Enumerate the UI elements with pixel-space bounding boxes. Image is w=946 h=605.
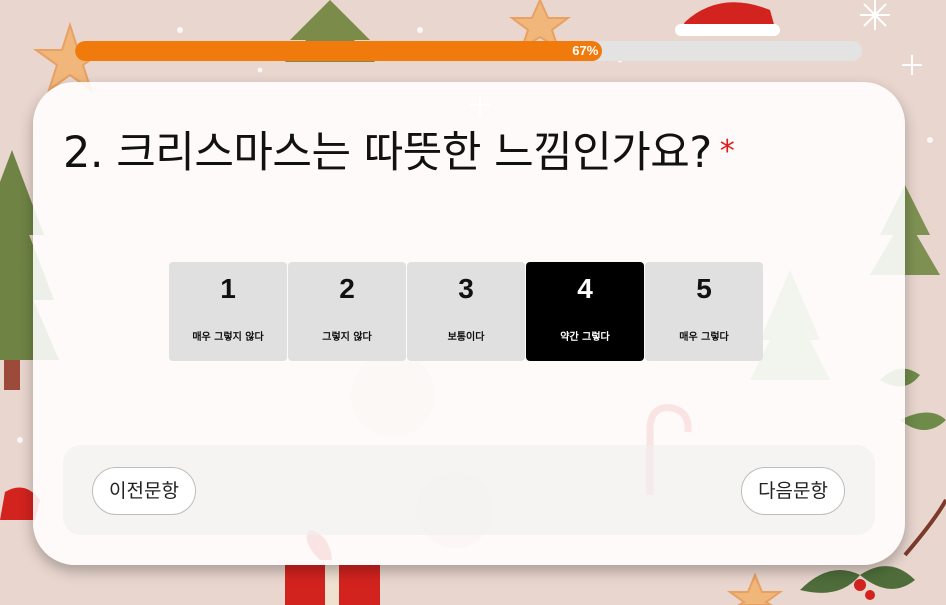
option-label: 약간 그렇다 [560,332,610,343]
option-label: 그렇지 않다 [322,332,372,343]
option-number: 1 [220,273,236,304]
next-question-button[interactable]: 다음문항 [741,467,845,515]
scale-option-4[interactable]: 4 약간 그렇다 [526,262,644,361]
progress-label: 67% [572,43,599,58]
option-label: 매우 그렇지 않다 [192,332,264,343]
previous-question-button[interactable]: 이전문항 [92,467,196,515]
option-label: 매우 그렇다 [679,332,729,343]
scale-option-1[interactable]: 1 매우 그렇지 않다 [169,262,287,361]
scale-option-2[interactable]: 2 그렇지 않다 [288,262,406,361]
progress-fill: 67% [75,41,603,61]
option-number: 3 [458,273,474,304]
scale-option-5[interactable]: 5 매우 그렇다 [645,262,763,361]
question-title: 2. 크리스마스는 따뜻한 느낌인가요? * [63,118,735,180]
option-number: 5 [696,273,712,304]
required-mark: * [719,134,735,169]
question-text: 2. 크리스마스는 따뜻한 느낌인가요? [63,128,712,178]
progress-bar: 67% [75,41,862,61]
option-number: 4 [577,273,593,304]
question-card: 2. 크리스마스는 따뜻한 느낌인가요? * 1 매우 그렇지 않다 2 그렇지 … [33,82,905,565]
scale-option-3[interactable]: 3 보통이다 [407,262,525,361]
option-label: 보통이다 [447,332,485,343]
likert-scale: 1 매우 그렇지 않다 2 그렇지 않다 3 보통이다 4 약간 그렇다 5 매… [169,262,763,361]
navigation-bar: 이전문항 다음문항 [63,445,875,535]
option-number: 2 [339,273,355,304]
